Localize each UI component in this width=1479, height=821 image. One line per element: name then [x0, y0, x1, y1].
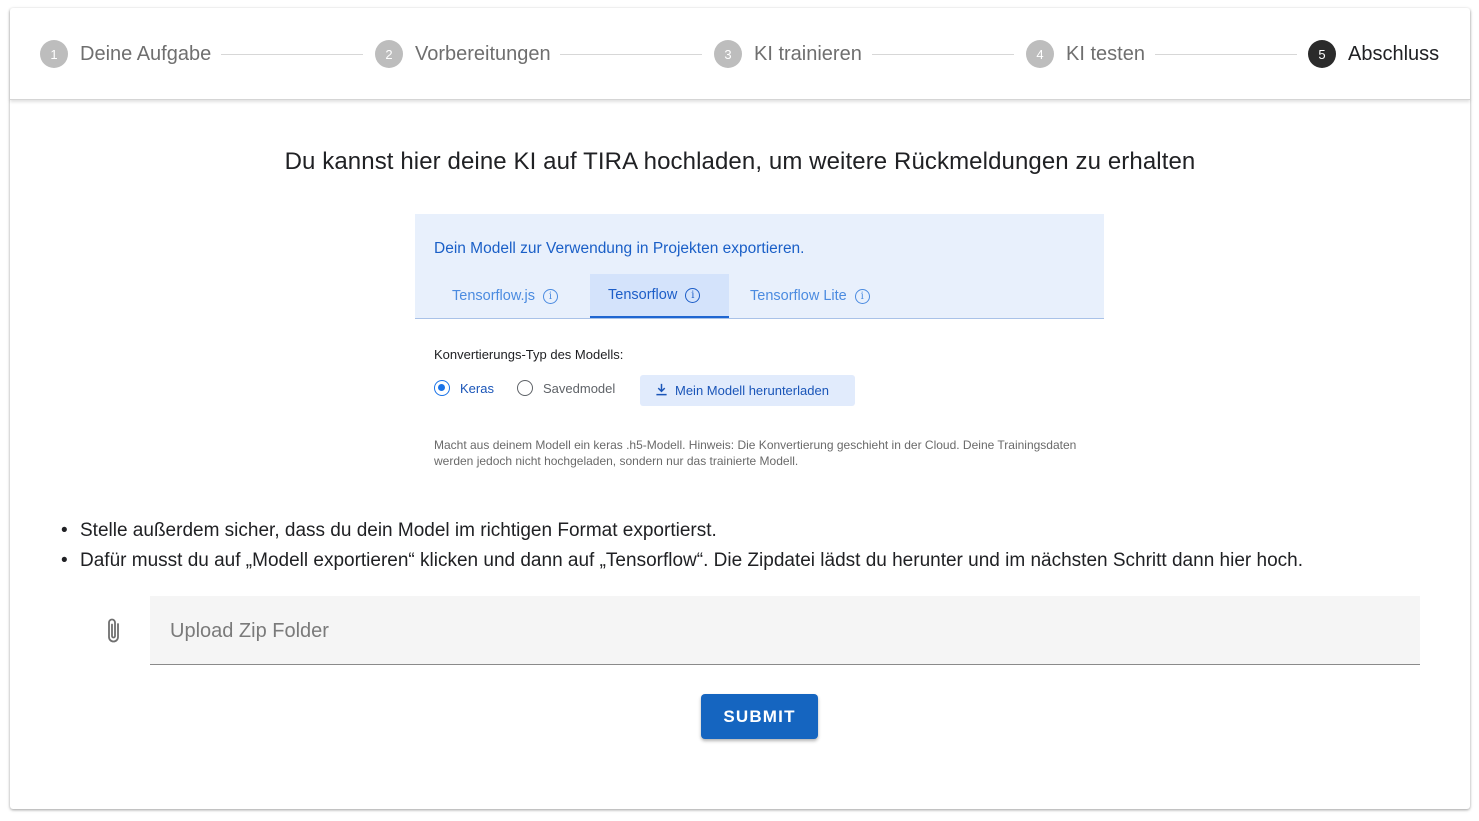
- export-panel-title: Dein Modell zur Verwendung in Projekten …: [434, 240, 805, 257]
- step-5-number: 5: [1308, 40, 1336, 68]
- list-item: Dafür musst du auf „Modell exportieren“ …: [61, 548, 1303, 578]
- tab-tensorflow: Tensorflow i: [590, 274, 729, 318]
- step-connector: [872, 54, 1014, 55]
- step-2-label: Vorbereitungen: [415, 42, 551, 65]
- step-1-number: 1: [40, 40, 68, 68]
- export-instructions-image: Dein Modell zur Verwendung in Projekten …: [415, 214, 1104, 474]
- step-3[interactable]: 3 KI trainieren: [714, 40, 862, 68]
- upload-placeholder: Upload Zip Folder: [170, 620, 329, 642]
- step-connector: [560, 54, 702, 55]
- download-model-button: Mein Modell herunterladen: [640, 375, 855, 406]
- step-4-label: KI testen: [1066, 42, 1145, 65]
- step-3-number: 3: [714, 40, 742, 68]
- info-icon: i: [543, 288, 559, 304]
- info-icon: i: [854, 288, 870, 304]
- upload-zip-field[interactable]: Upload Zip Folder: [150, 596, 1420, 665]
- conversion-type-label: Konvertierungs-Typ des Modells:: [434, 347, 624, 362]
- step-1[interactable]: 1 Deine Aufgabe: [40, 40, 211, 68]
- paperclip-icon[interactable]: [104, 616, 124, 646]
- step-5[interactable]: 5 Abschluss: [1308, 40, 1439, 68]
- radio-unchecked-icon: [517, 380, 533, 396]
- radio-keras-label: Keras: [460, 380, 494, 396]
- radio-savedmodel: Savedmodel: [517, 380, 615, 396]
- step-2[interactable]: 2 Vorbereitungen: [375, 40, 551, 68]
- tab-label: Tensorflow.js: [452, 288, 536, 304]
- download-model-label: Mein Modell herunterladen: [675, 383, 829, 398]
- tab-tensorflowjs: Tensorflow.js i: [434, 274, 590, 318]
- tab-label: Tensorflow: [608, 287, 678, 303]
- step-4[interactable]: 4 KI testen: [1026, 40, 1145, 68]
- step-connector: [1155, 54, 1297, 55]
- main-card: 1 Deine Aufgabe 2 Vorbereitungen 3 KI tr…: [10, 8, 1470, 809]
- step-connector: [221, 54, 363, 55]
- instruction-list: Stelle außerdem sicher, dass du dein Mod…: [61, 518, 1303, 578]
- download-icon: [655, 383, 668, 399]
- tab-label: Tensorflow Lite: [750, 288, 847, 304]
- list-item: Stelle außerdem sicher, dass du dein Mod…: [61, 518, 1303, 548]
- stepper: 1 Deine Aufgabe 2 Vorbereitungen 3 KI tr…: [10, 8, 1470, 100]
- info-icon: i: [685, 287, 701, 303]
- radio-checked-icon: [434, 380, 450, 396]
- step-5-label: Abschluss: [1348, 42, 1440, 65]
- radio-savedmodel-label: Savedmodel: [543, 380, 616, 396]
- conversion-hint: Macht aus deinem Modell ein keras .h5-Mo…: [434, 438, 1077, 468]
- export-panel-header: Dein Modell zur Verwendung in Projekten …: [415, 214, 1104, 319]
- step-4-number: 4: [1026, 40, 1054, 68]
- page-heading: Du kannst hier deine KI auf TIRA hochlad…: [284, 148, 1196, 175]
- radio-keras: Keras: [434, 380, 494, 396]
- step-3-label: KI trainieren: [754, 42, 862, 65]
- tab-tensorflow-lite: Tensorflow Lite i: [730, 274, 900, 318]
- step-1-label: Deine Aufgabe: [80, 42, 212, 65]
- submit-button[interactable]: SUBMIT: [701, 694, 818, 739]
- step-2-number: 2: [375, 40, 403, 68]
